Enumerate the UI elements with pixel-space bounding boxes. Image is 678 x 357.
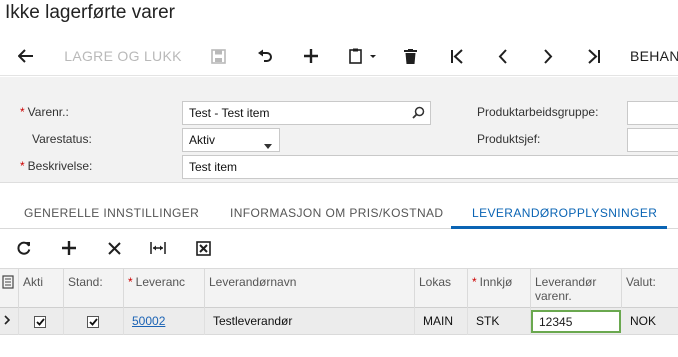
active-tab-indicator xyxy=(451,226,667,229)
tab-bar: GENERELLE INNSTILLINGER INFORMASJON OM P… xyxy=(0,200,678,229)
varestatus-select[interactable]: Aktiv xyxy=(182,128,280,152)
file-icon[interactable] xyxy=(0,269,19,309)
varenr-field[interactable]: Test - Test item xyxy=(182,101,431,125)
beskrivelse-field[interactable]: Test item xyxy=(182,155,678,179)
table-row[interactable]: 50002 Testleverandør MAIN STK 12345 NOK xyxy=(0,308,678,335)
vendor-grid: Akti Stand: * Leveranc Leverandørnavn Lok… xyxy=(0,268,678,357)
last-record-icon[interactable] xyxy=(581,36,607,76)
col-header-innkjoper[interactable]: * Innkjø xyxy=(468,269,531,309)
lokasjon-cell[interactable]: MAIN xyxy=(415,308,468,335)
row-selector-icon[interactable] xyxy=(0,308,19,335)
add-row-icon[interactable] xyxy=(57,232,81,264)
beskrivelse-label: * Beskrivelse: xyxy=(20,159,93,173)
tab-generelle-innstillinger[interactable]: GENERELLE INNSTILLINGER xyxy=(24,206,199,220)
next-record-icon[interactable] xyxy=(535,36,561,76)
col-header-lokasjon[interactable]: Lokas xyxy=(415,269,468,309)
plus-icon[interactable] xyxy=(298,36,324,76)
main-toolbar: LAGRE OG LUKK BEHAN xyxy=(0,36,678,76)
valuta-cell[interactable]: NOK xyxy=(622,308,678,335)
leverandor-varenr-input[interactable]: 12345 xyxy=(531,310,621,333)
behan-menu-button[interactable]: BEHAN xyxy=(630,36,678,76)
export-excel-icon[interactable] xyxy=(191,232,215,264)
col-header-leverandornavn[interactable]: Leverandørnavn xyxy=(205,269,415,309)
tab-leverandoropplysninger[interactable]: LEVERANDØROPPLYSNINGER xyxy=(472,206,657,220)
standard-checkbox[interactable] xyxy=(64,308,124,335)
save-icon[interactable] xyxy=(205,36,231,76)
chevron-down-icon xyxy=(264,138,272,151)
grid-header: Akti Stand: * Leveranc Leverandørnavn Lok… xyxy=(0,268,678,309)
undo-icon[interactable] xyxy=(251,36,279,76)
search-icon[interactable] xyxy=(412,106,425,122)
col-header-aktiv[interactable]: Akti xyxy=(19,269,64,309)
produktarbeidsgruppe-field[interactable] xyxy=(627,101,678,125)
back-arrow-icon[interactable] xyxy=(12,36,40,76)
col-header-leverandor-varenr[interactable]: Leverandør varenr. xyxy=(531,269,622,309)
save-and-close-button[interactable]: LAGRE OG LUKK xyxy=(60,36,186,76)
varenr-label: * Varenr.: xyxy=(20,105,69,119)
produktsjef-label: Produktsjef: xyxy=(477,132,541,146)
copy-paste-icon[interactable] xyxy=(344,36,382,76)
refresh-icon[interactable] xyxy=(12,232,36,264)
col-header-valuta[interactable]: Valut: xyxy=(622,269,678,309)
fit-columns-icon[interactable] xyxy=(146,232,170,264)
grid-toolbar xyxy=(0,232,678,264)
first-record-icon[interactable] xyxy=(444,36,470,76)
leverandornavn-cell[interactable]: Testleverandør xyxy=(205,308,415,335)
innkjoper-cell[interactable]: STK xyxy=(468,308,531,335)
col-header-standard[interactable]: Stand: xyxy=(64,269,124,309)
produktsjef-field[interactable] xyxy=(627,128,678,152)
page-title: Ikke lagerførte varer xyxy=(5,2,175,23)
varestatus-label: Varestatus: xyxy=(32,132,92,146)
delete-row-icon[interactable] xyxy=(102,232,126,264)
prev-record-icon[interactable] xyxy=(490,36,516,76)
trash-icon[interactable] xyxy=(398,36,422,76)
vendor-link[interactable]: 50002 xyxy=(132,314,165,328)
item-summary-form: * Varenr.: Test - Test item Varestatus: A… xyxy=(0,77,678,183)
tab-informasjon-om-pris-kostnad[interactable]: INFORMASJON OM PRIS/KOSTNAD xyxy=(230,206,443,220)
aktiv-checkbox[interactable] xyxy=(19,308,64,335)
produktarbeidsgruppe-label: Produktarbeidsgruppe: xyxy=(477,105,599,119)
col-header-leverandor[interactable]: * Leveranc xyxy=(124,269,205,309)
leverandor-cell[interactable]: 50002 xyxy=(124,308,205,335)
